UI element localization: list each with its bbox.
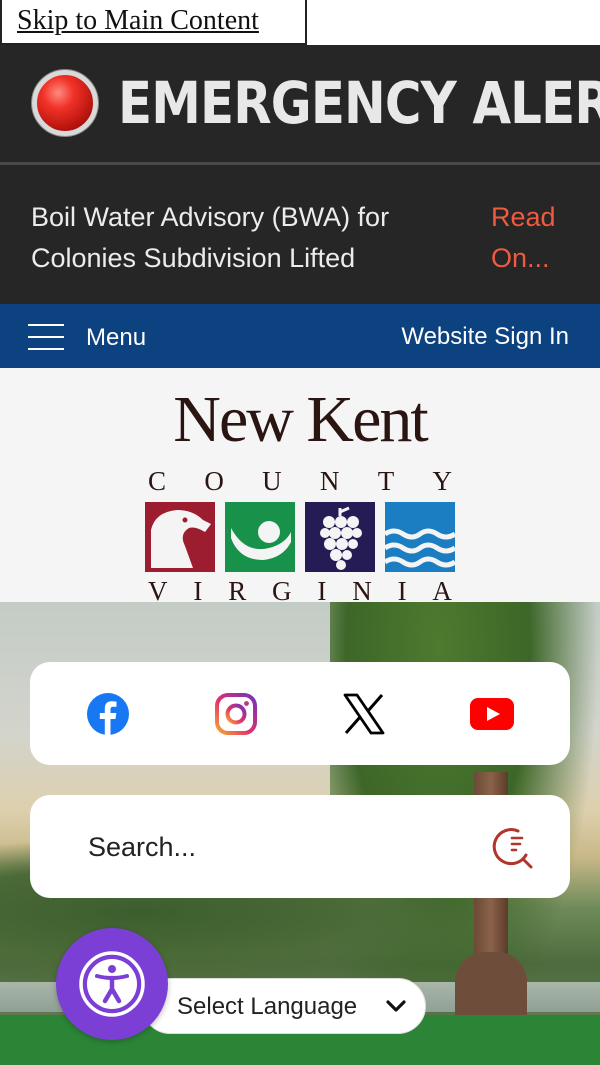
menu-button[interactable]: Menu: [86, 324, 146, 352]
water-waves-icon: [385, 502, 455, 572]
emergency-alert-banner: EMERGENCY ALERT: [0, 45, 600, 162]
top-nav-bar: Menu Website Sign In: [0, 304, 600, 368]
search-icon[interactable]: [490, 825, 540, 871]
accessibility-icon: [79, 951, 145, 1017]
logo-area: New Kent COUNTY V I R G I N I A: [0, 368, 600, 606]
emergency-alert-title: EMERGENCY ALERT: [118, 69, 600, 137]
read-on-link[interactable]: Read On...: [491, 197, 581, 279]
language-selector-label: Select Language: [177, 993, 358, 1020]
logo-county-word: COUNTY: [148, 466, 452, 496]
horse-head-icon: [145, 502, 215, 572]
youtube-icon[interactable]: [469, 691, 515, 737]
advisory-panel: Boil Water Advisory (BWA) for Colonies S…: [0, 165, 600, 304]
search-bar: [30, 795, 570, 898]
skip-to-main-content-link[interactable]: Skip to Main Content: [0, 0, 307, 45]
instagram-icon[interactable]: [213, 691, 259, 737]
new-kent-county-logo[interactable]: New Kent COUNTY V I R G I N I A: [145, 383, 455, 606]
chevron-down-icon: [386, 1000, 406, 1012]
website-sign-in-link[interactable]: Website Sign In: [401, 323, 569, 351]
advisory-text: Boil Water Advisory (BWA) for Colonies S…: [31, 202, 390, 273]
logo-tiles: [145, 502, 455, 572]
search-input[interactable]: [88, 825, 468, 869]
hamburger-icon[interactable]: [28, 324, 64, 350]
language-selector[interactable]: Select Language: [142, 978, 426, 1034]
grapes-icon: [305, 502, 375, 572]
golf-ball-icon: [225, 502, 295, 572]
x-icon[interactable]: [341, 691, 387, 737]
logo-title: New Kent: [173, 383, 428, 456]
social-media-bar: [30, 662, 570, 765]
red-alert-light-icon: [32, 70, 98, 136]
facebook-icon[interactable]: [85, 691, 131, 737]
accessibility-button[interactable]: [56, 928, 168, 1040]
